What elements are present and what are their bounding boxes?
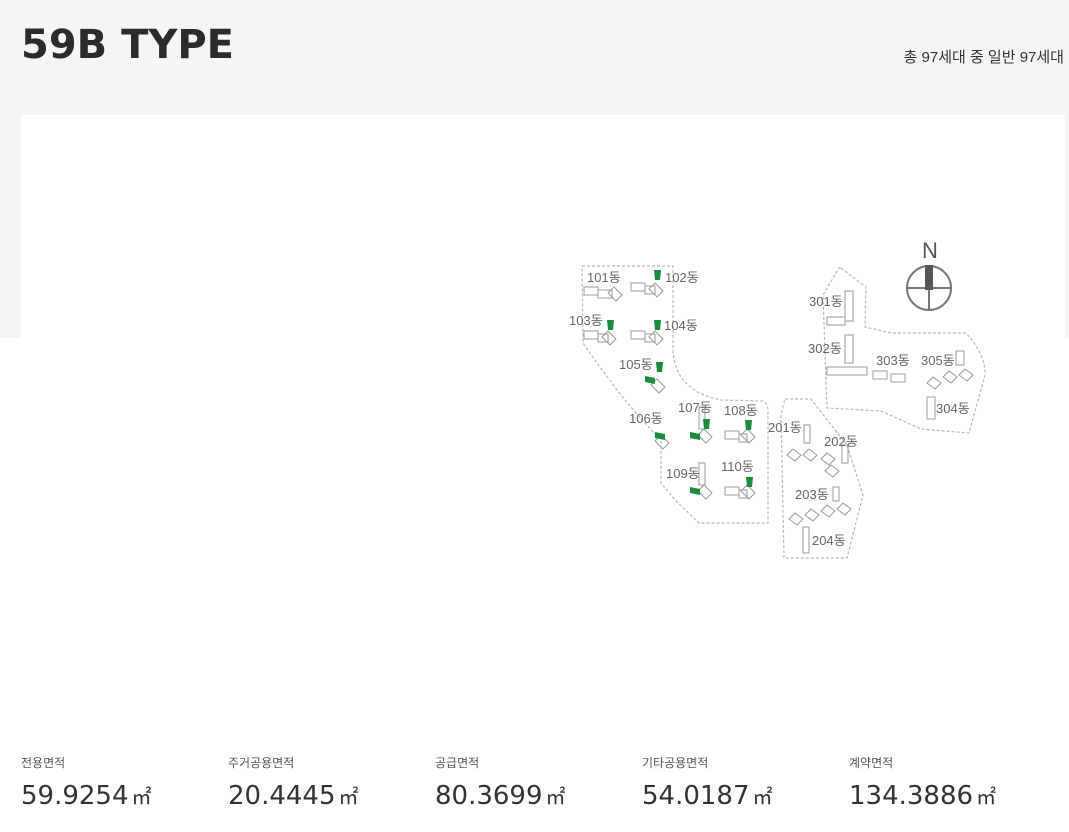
area-stat-unit: ㎡	[338, 785, 359, 809]
building-label-104: 104동	[664, 318, 698, 333]
building-labels: 101동 102동 103동 104동 105동 106동 107동 108동 …	[569, 270, 970, 548]
north-label: N	[922, 238, 938, 263]
building-label-106: 106동	[629, 411, 663, 426]
building-label-110: 110동	[721, 459, 754, 474]
site-map-panel: N 101동 102동 103동 104동 105동 106동 107동 108…	[21, 115, 1065, 715]
building-label-109: 109동	[666, 466, 700, 481]
area-stat-label: 주거공용면적	[228, 756, 295, 770]
area-stat-value-row: 20.4445 ㎡	[228, 779, 359, 814]
area-stat-value: 20.4445	[228, 781, 336, 811]
building-label-305: 305동	[921, 353, 955, 368]
unit-marker-105b	[645, 376, 655, 384]
building-label-108: 108동	[724, 403, 758, 418]
area-stat-supply: 공급면적 80.3699 ㎡	[435, 754, 566, 814]
unit-marker-103	[607, 320, 614, 330]
area-stat-label: 공급면적	[435, 756, 480, 770]
area-stats: 전용면적 59.9254 ㎡ 주거공용면적 20.4445 ㎡ 공급면적 80.36…	[21, 754, 1065, 824]
area-stat-value: 59.9254	[21, 781, 129, 811]
north-compass-icon	[906, 265, 952, 311]
unit-marker-104	[654, 320, 661, 330]
area-stat-label: 계약면적	[849, 756, 894, 770]
area-stat-value-row: 54.0187 ㎡	[642, 779, 773, 814]
unit-marker-107b	[690, 432, 700, 440]
area-stat-value: 54.0187	[642, 781, 750, 811]
area-stat-residential-common: 주거공용면적 20.4445 ㎡	[228, 754, 359, 814]
page-title: 59B TYPE	[21, 22, 234, 68]
building-label-201: 201동	[768, 420, 802, 435]
building-label-303: 303동	[876, 353, 910, 368]
building-label-102: 102동	[665, 270, 699, 285]
unit-count-summary: 총 97세대 중 일반 97세대	[903, 49, 1064, 66]
building-label-301: 301동	[809, 294, 843, 309]
area-stat-value-row: 134.3886 ㎡	[849, 779, 996, 814]
site-map: N 101동 102동 103동 104동 105동 106동 107동 108…	[569, 238, 986, 559]
building-label-101: 101동	[587, 270, 621, 285]
area-stat-other-common: 기타공용면적 54.0187 ㎡	[642, 754, 773, 814]
area-stat-value-row: 59.9254 ㎡	[21, 779, 152, 814]
unit-marker-110	[746, 477, 753, 487]
unit-marker-102	[654, 270, 661, 280]
building-label-107: 107동	[678, 400, 712, 415]
area-stat-unit: ㎡	[131, 785, 152, 809]
building-label-204: 204동	[812, 533, 846, 548]
unit-marker-107a	[703, 419, 710, 429]
unit-marker-109	[690, 487, 700, 495]
building-label-304: 304동	[936, 401, 970, 416]
building-label-202: 202동	[824, 434, 858, 449]
area-stat-unit: ㎡	[545, 785, 566, 809]
area-stat-exclusive: 전용면적 59.9254 ㎡	[21, 754, 152, 814]
area-stat-contract: 계약면적 134.3886 ㎡	[849, 754, 996, 814]
area-stat-value: 80.3699	[435, 781, 543, 811]
area-stat-label: 전용면적	[21, 756, 66, 770]
building-label-105: 105동	[619, 357, 653, 372]
area-stat-label: 기타공용면적	[642, 756, 709, 770]
unit-marker-105a	[656, 362, 663, 372]
area-stat-value-row: 80.3699 ㎡	[435, 779, 566, 814]
building-label-103: 103동	[569, 313, 603, 328]
area-stat-value: 134.3886	[849, 781, 974, 811]
area-stat-unit: ㎡	[976, 785, 997, 809]
unit-marker-108	[745, 420, 752, 430]
block-100-boundary	[581, 265, 769, 524]
building-label-302: 302동	[808, 341, 842, 356]
area-stat-unit: ㎡	[752, 785, 773, 809]
building-label-203: 203동	[795, 487, 829, 502]
